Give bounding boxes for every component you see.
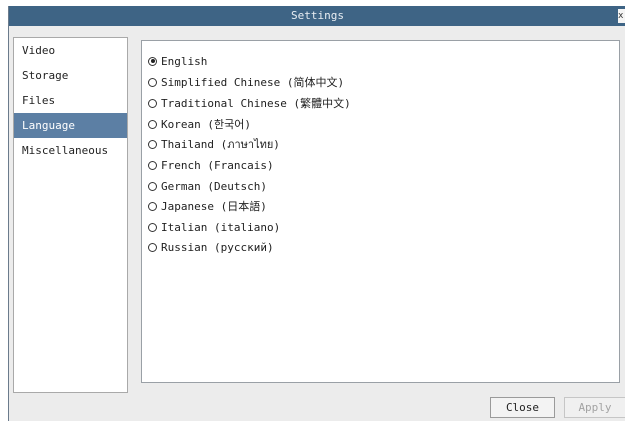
radio-button[interactable] — [148, 201, 157, 211]
language-option-label: Korean (한국어) — [161, 118, 251, 131]
language-option-label: Thailand (ภาษาไทย) — [161, 138, 280, 151]
language-option-japanese[interactable]: Japanese (日本語) — [148, 199, 267, 215]
language-option-simplified-chinese[interactable]: Simplified Chinese (简体中文) — [148, 75, 344, 91]
language-option-english[interactable]: English — [148, 54, 207, 70]
settings-window: Settings x Video Storage Files Language … — [8, 6, 625, 421]
language-option-french[interactable]: French (Francais) — [148, 158, 274, 174]
sidebar-item-language[interactable]: Language — [14, 113, 127, 138]
radio-button[interactable] — [148, 222, 157, 232]
language-option-label: Japanese (日本語) — [161, 200, 267, 213]
radio-button[interactable] — [148, 98, 157, 108]
apply-button[interactable]: Apply — [564, 397, 625, 418]
radio-button[interactable] — [148, 77, 157, 87]
language-option-thailand[interactable]: Thailand (ภาษาไทย) — [148, 137, 280, 153]
language-option-label: Russian (русский) — [161, 241, 274, 254]
language-option-label: Italian (italiano) — [161, 221, 281, 234]
language-option-korean[interactable]: Korean (한국어) — [148, 117, 251, 133]
close-button[interactable]: Close — [490, 397, 555, 418]
language-option-label: German (Deutsch) — [161, 180, 267, 193]
language-option-russian[interactable]: Russian (русский) — [148, 240, 274, 256]
title-bar[interactable]: Settings x — [9, 6, 625, 26]
window-title: Settings — [291, 9, 344, 22]
radio-button[interactable] — [148, 160, 157, 170]
language-option-italian[interactable]: Italian (italiano) — [148, 220, 280, 236]
language-option-label: French (Francais) — [161, 159, 274, 172]
sidebar-item-video[interactable]: Video — [14, 38, 127, 63]
settings-sidebar: Video Storage Files Language Miscellaneo… — [13, 37, 128, 393]
language-option-german[interactable]: German (Deutsch) — [148, 179, 267, 195]
language-option-label: Simplified Chinese (简体中文) — [161, 76, 345, 89]
language-option-traditional-chinese[interactable]: Traditional Chinese (繁體中文) — [148, 96, 351, 112]
language-option-label: Traditional Chinese (繁體中文) — [161, 97, 351, 110]
radio-button[interactable] — [148, 242, 157, 252]
radio-button[interactable] — [148, 139, 157, 149]
radio-button[interactable] — [148, 119, 157, 129]
radio-button-selected[interactable] — [148, 56, 157, 66]
language-panel: English Simplified Chinese (简体中文) Tradit… — [141, 40, 620, 383]
radio-button[interactable] — [148, 181, 157, 191]
sidebar-item-miscellaneous[interactable]: Miscellaneous — [14, 138, 127, 163]
language-option-label: English — [161, 55, 208, 68]
close-window-icon[interactable]: x — [618, 9, 625, 23]
sidebar-item-files[interactable]: Files — [14, 88, 127, 113]
sidebar-item-storage[interactable]: Storage — [14, 63, 127, 88]
